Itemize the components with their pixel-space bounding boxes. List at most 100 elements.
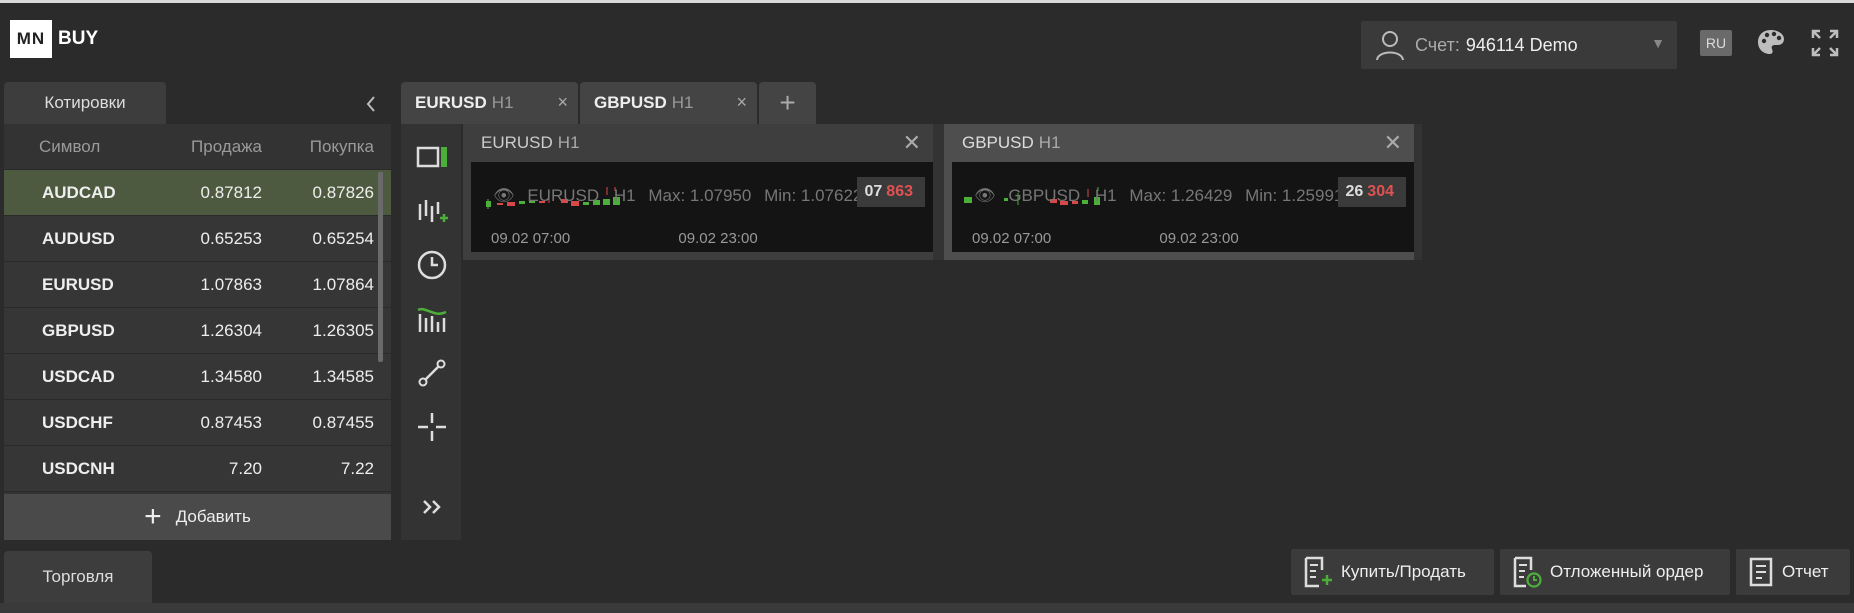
layout-icon bbox=[416, 146, 447, 168]
price-label-major: 26 bbox=[1345, 183, 1364, 200]
chart-canvas[interactable]: 👁 EURUSD H1 Max: 1.07950 Min: 1.07622 07… bbox=[471, 162, 933, 252]
quote-symbol: USDCHF bbox=[42, 412, 113, 432]
layout-button[interactable] bbox=[415, 140, 449, 174]
quote-sell: 0.87812 bbox=[200, 182, 262, 202]
order-clock-icon bbox=[1513, 556, 1542, 588]
crosshair-icon bbox=[418, 413, 446, 441]
quotes-panel: Символ Продажа Покупка AUDCAD 0.87812 0.… bbox=[4, 124, 391, 540]
chart-title-symbol: EURUSD bbox=[481, 133, 553, 152]
chart-tab-timeframe: H1 bbox=[491, 93, 514, 112]
close-chart-icon[interactable]: ✕ bbox=[1384, 130, 1402, 156]
chart-info-symbol: GBPUSD bbox=[1008, 186, 1081, 205]
price-label: 07 863 bbox=[856, 177, 925, 207]
account-label: Счет: bbox=[1415, 34, 1460, 55]
eye-icon[interactable]: 👁 bbox=[974, 186, 996, 205]
quote-row[interactable]: USDCAD 1.34580 1.34585 bbox=[4, 354, 391, 400]
quotes-scrollbar[interactable] bbox=[378, 172, 383, 362]
collapse-chevron-icon[interactable] bbox=[364, 95, 378, 113]
chart-tab[interactable]: EURUSD H1 × bbox=[401, 82, 578, 124]
quote-sell: 0.87453 bbox=[200, 412, 262, 432]
chart-info-max: Max: 1.26429 bbox=[1129, 186, 1233, 205]
top-border bbox=[0, 0, 1854, 3]
double-chevron-right-icon bbox=[423, 500, 441, 514]
quote-buy: 0.87455 bbox=[312, 412, 374, 432]
logo: MN BUY bbox=[10, 20, 98, 58]
add-symbol-button[interactable]: + Добавить bbox=[4, 494, 391, 540]
tab-trading[interactable]: Торговля bbox=[4, 551, 152, 603]
chart-window-active[interactable]: GBPUSD H1 ✕ 👁 GBPUSD H1 Max: 1.26429 Min… bbox=[944, 124, 1414, 260]
quote-row[interactable]: AUDUSD 0.65253 0.65254 bbox=[4, 216, 391, 262]
chart-type-icon bbox=[417, 307, 447, 332]
chart-info: 👁 GBPUSD H1 Max: 1.26429 Min: 1.25991 bbox=[974, 186, 1343, 206]
report-icon bbox=[1749, 557, 1773, 587]
chart-toolbar bbox=[401, 124, 461, 540]
timeframe-button[interactable] bbox=[415, 248, 449, 282]
chart-info-min: Min: 1.07622 bbox=[764, 186, 863, 205]
chart-tab[interactable]: GBPUSD H1 × bbox=[580, 82, 757, 124]
quote-symbol: USDCNH bbox=[42, 458, 115, 478]
report-label: Отчет bbox=[1782, 562, 1829, 581]
price-label-minor: 863 bbox=[886, 183, 913, 200]
quote-sell: 7.20 bbox=[228, 458, 262, 478]
line-tool-icon bbox=[418, 359, 446, 387]
chart-info: 👁 EURUSD H1 Max: 1.07950 Min: 1.07622 bbox=[493, 186, 862, 206]
plus-icon: + bbox=[144, 500, 162, 533]
pending-order-button[interactable]: Отложенный ордер bbox=[1500, 549, 1730, 595]
tab-quotes-label: Котировки bbox=[44, 93, 126, 112]
report-button[interactable]: Отчет bbox=[1736, 549, 1850, 595]
expand-toolbar-button[interactable] bbox=[415, 490, 449, 524]
chart-info-timeframe: H1 bbox=[1094, 186, 1117, 205]
chart-info-symbol: EURUSD bbox=[527, 186, 600, 205]
order-add-icon bbox=[1304, 556, 1332, 588]
language-button[interactable]: RU bbox=[1700, 30, 1732, 56]
tab-quotes[interactable]: Котировки bbox=[4, 82, 166, 124]
quote-row[interactable]: USDCHF 0.87453 0.87455 bbox=[4, 400, 391, 446]
chart-window[interactable]: EURUSD H1 ✕ 👁 EURUSD H1 Max: 1.07950 Min… bbox=[463, 124, 933, 260]
logo-box: MN bbox=[10, 20, 52, 58]
chart-canvas[interactable]: 👁 GBPUSD H1 Max: 1.26429 Min: 1.25991 26… bbox=[952, 162, 1414, 252]
draw-line-button[interactable] bbox=[415, 356, 449, 390]
price-label-minor: 304 bbox=[1367, 183, 1394, 200]
quote-sell: 1.26304 bbox=[200, 320, 262, 340]
indicators-button[interactable] bbox=[415, 302, 449, 336]
close-tab-icon[interactable]: × bbox=[557, 92, 568, 113]
fullscreen-icon[interactable] bbox=[1811, 29, 1839, 57]
time-tick: 09.02 23:00 bbox=[1159, 230, 1239, 247]
close-chart-icon[interactable]: ✕ bbox=[903, 130, 921, 156]
chart-title-timeframe: H1 bbox=[1038, 133, 1061, 152]
close-tab-icon[interactable]: × bbox=[736, 92, 747, 113]
quote-row[interactable]: USDCNH 7.20 7.22 bbox=[4, 446, 391, 492]
palette-icon[interactable] bbox=[1756, 28, 1786, 56]
quote-buy: 0.87826 bbox=[312, 182, 374, 202]
quote-row[interactable]: AUDCAD 0.87812 0.87826 bbox=[4, 170, 391, 216]
quote-symbol: AUDCAD bbox=[42, 182, 116, 202]
account-selector[interactable]: Счет: 946114 Demo ▼ bbox=[1361, 21, 1677, 69]
chart-tab-symbol: GBPUSD bbox=[594, 93, 667, 112]
chart-info-max: Max: 1.07950 bbox=[648, 186, 752, 205]
quote-sell: 1.07863 bbox=[200, 274, 262, 294]
time-tick: 09.02 07:00 bbox=[491, 230, 571, 247]
chart-info-timeframe: H1 bbox=[613, 186, 636, 205]
quote-sell: 1.34580 bbox=[200, 366, 262, 386]
time-axis: 09.02 07:00 09.02 23:00 bbox=[972, 230, 1343, 247]
eye-icon[interactable]: 👁 bbox=[493, 186, 515, 205]
plus-icon: + bbox=[779, 87, 796, 118]
quotes-header: Символ Продажа Покупка bbox=[4, 124, 391, 170]
add-indicator-button[interactable] bbox=[415, 194, 449, 228]
quote-symbol: GBPUSD bbox=[42, 320, 115, 340]
user-icon bbox=[1376, 31, 1404, 61]
quote-buy: 0.65254 bbox=[312, 228, 374, 248]
col-sell: Продажа bbox=[191, 136, 262, 156]
quote-sell: 0.65253 bbox=[200, 228, 262, 248]
col-symbol: Символ bbox=[39, 136, 101, 156]
clock-icon bbox=[417, 250, 447, 280]
crosshair-button[interactable] bbox=[415, 410, 449, 444]
tab-trading-label: Торговля bbox=[42, 567, 114, 586]
logo-text: BUY bbox=[58, 28, 99, 49]
quote-row[interactable]: EURUSD 1.07863 1.07864 bbox=[4, 262, 391, 308]
buy-sell-label: Купить/Продать bbox=[1341, 562, 1466, 581]
quote-buy: 1.07864 bbox=[312, 274, 374, 294]
buy-sell-button[interactable]: Купить/Продать bbox=[1291, 549, 1494, 595]
add-tab-button[interactable]: + bbox=[759, 82, 816, 124]
quote-row[interactable]: GBPUSD 1.26304 1.26305 bbox=[4, 308, 391, 354]
